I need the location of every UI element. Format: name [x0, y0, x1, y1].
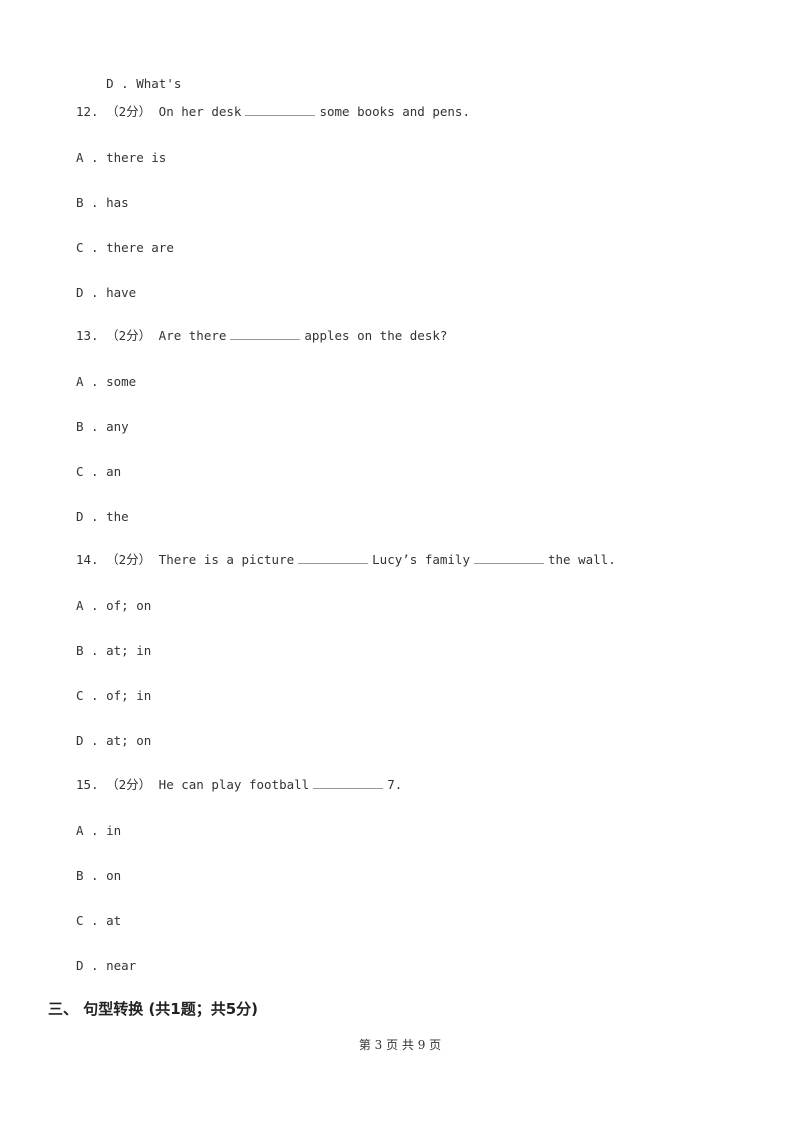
answer-blank[interactable]	[473, 551, 544, 564]
question-number: 14.	[76, 552, 99, 567]
question-number: 15.	[76, 777, 99, 792]
question-12: 12. （2分） On her desk some books and pens.	[76, 103, 470, 120]
option-a[interactable]: A . some	[76, 374, 136, 390]
option-letter: B	[76, 643, 84, 658]
option-letter: C	[76, 913, 84, 928]
option-d[interactable]: D . near	[76, 958, 136, 974]
option-a[interactable]: A . in	[76, 823, 121, 839]
question-text: the wall.	[547, 552, 616, 567]
option-text: near	[106, 958, 137, 973]
question-text: apples on the desk?	[304, 328, 448, 343]
option-text: some	[106, 374, 137, 389]
question-15: 15. （2分） He can play football 7.	[76, 776, 402, 793]
option-c[interactable]: C . of; in	[76, 688, 151, 704]
option-text: at; on	[106, 733, 152, 748]
question-text: 7.	[387, 777, 403, 792]
option-letter: A	[76, 823, 84, 838]
option-b[interactable]: B . on	[76, 868, 121, 884]
question-score: （2分）	[106, 328, 152, 343]
option-text: an	[106, 464, 122, 479]
option-c[interactable]: C . at	[76, 913, 121, 929]
question-text: Lucy’s family	[372, 552, 470, 567]
option-letter: A	[76, 374, 84, 389]
option-text: at; in	[106, 643, 152, 658]
option-letter: D	[76, 285, 84, 300]
option-a[interactable]: A . of; on	[76, 598, 151, 614]
option-c[interactable]: C . an	[76, 464, 121, 480]
option-text: of; on	[106, 598, 152, 613]
option-b[interactable]: B . any	[76, 419, 129, 435]
option-letter: A	[76, 150, 84, 165]
option-text: at	[106, 913, 122, 928]
answer-blank[interactable]	[313, 776, 384, 789]
option-text: have	[106, 285, 137, 300]
option-d[interactable]: D . have	[76, 285, 136, 301]
option-text: in	[106, 823, 122, 838]
page-footer: 第 3 页 共 9 页	[358, 1038, 442, 1052]
question-number: 13.	[76, 328, 99, 343]
question-score: （2分）	[106, 552, 152, 567]
option-letter: B	[76, 868, 84, 883]
option-b[interactable]: B . has	[76, 195, 129, 211]
question-13: 13. （2分） Are there apples on the desk?	[76, 327, 447, 344]
question-text: some books and pens.	[319, 104, 470, 119]
option-letter: D	[106, 76, 114, 91]
option-letter: D	[76, 509, 84, 524]
answer-blank[interactable]	[298, 551, 369, 564]
section-heading: 三、 句型转换 (共1题；共5分)	[48, 1000, 259, 1018]
option-letter: B	[76, 195, 84, 210]
option-text: the	[106, 509, 129, 524]
answer-blank[interactable]	[230, 327, 301, 340]
option-letter: B	[76, 419, 84, 434]
option-c[interactable]: C . there are	[76, 240, 174, 256]
question-14: 14. （2分） There is a picture Lucy’s family…	[76, 551, 616, 568]
option-text: What's	[136, 76, 182, 91]
question-number: 12.	[76, 104, 99, 119]
option-letter: C	[76, 464, 84, 479]
option-text: has	[106, 195, 129, 210]
question-text: There is a picture	[158, 552, 295, 567]
option-letter: C	[76, 240, 84, 255]
option-text: there is	[106, 150, 167, 165]
option-letter: C	[76, 688, 84, 703]
option-text: any	[106, 419, 129, 434]
question-text: Are there	[158, 328, 227, 343]
question-text: He can play football	[158, 777, 310, 792]
option-text: there are	[106, 240, 174, 255]
option-letter: D	[76, 733, 84, 748]
option-d-prev: D . What's	[106, 76, 182, 91]
question-text: On her desk	[158, 104, 242, 119]
option-text: on	[106, 868, 122, 883]
answer-blank[interactable]	[245, 103, 316, 116]
question-score: （2分）	[106, 777, 152, 792]
option-d[interactable]: D . at; on	[76, 733, 151, 749]
option-d[interactable]: D . the	[76, 509, 129, 525]
option-a[interactable]: A . there is	[76, 150, 166, 166]
question-score: （2分）	[106, 104, 152, 119]
option-text: of; in	[106, 688, 152, 703]
option-b[interactable]: B . at; in	[76, 643, 151, 659]
option-letter: A	[76, 598, 84, 613]
option-letter: D	[76, 958, 84, 973]
